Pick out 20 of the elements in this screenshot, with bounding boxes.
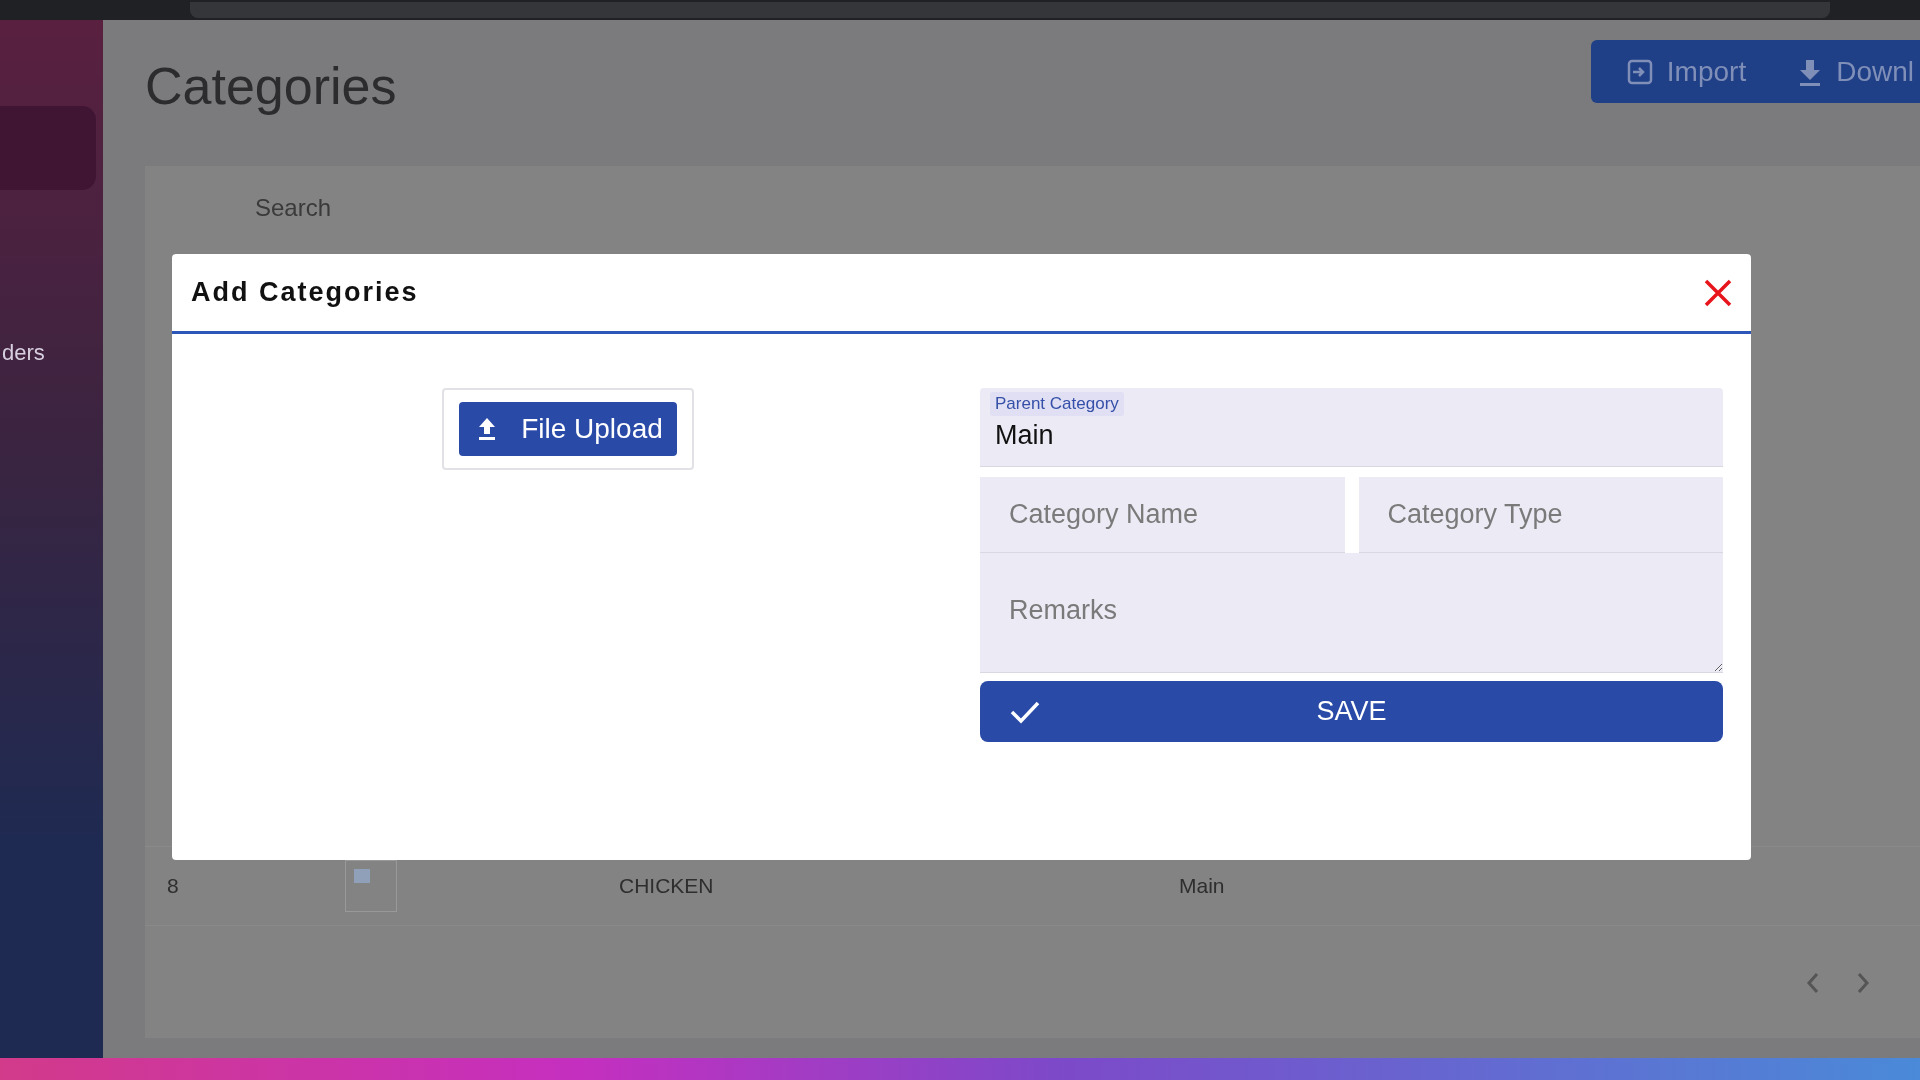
previous-page-icon[interactable] — [1806, 972, 1820, 994]
upload-icon — [477, 417, 498, 441]
table-cell-text: 8 — [166, 874, 180, 898]
import-icon — [1626, 58, 1653, 85]
table-cell-text: CHICKEN — [619, 874, 715, 898]
close-icon[interactable] — [1703, 277, 1733, 308]
sidebar-item[interactable]: ders — [2, 340, 103, 366]
table-cell: Main — [1179, 874, 1225, 898]
check-icon — [1010, 699, 1040, 724]
save-button[interactable]: SAVE — [980, 681, 1723, 742]
remarks-field[interactable]: Remarks — [980, 553, 1723, 673]
file-upload-button[interactable]: File Upload — [459, 402, 677, 456]
broken-image-icon — [345, 860, 397, 912]
text-input[interactable]: Category Type — [1358, 477, 1723, 553]
dialog-title: Add Categories — [191, 277, 419, 308]
text-input[interactable]: Category Name — [980, 477, 1345, 553]
parent-category-select[interactable]: Parent Category Main — [980, 388, 1723, 467]
download-icon — [1798, 57, 1823, 86]
next-page-icon[interactable] — [1856, 972, 1870, 994]
page-title: Categories — [145, 56, 397, 116]
